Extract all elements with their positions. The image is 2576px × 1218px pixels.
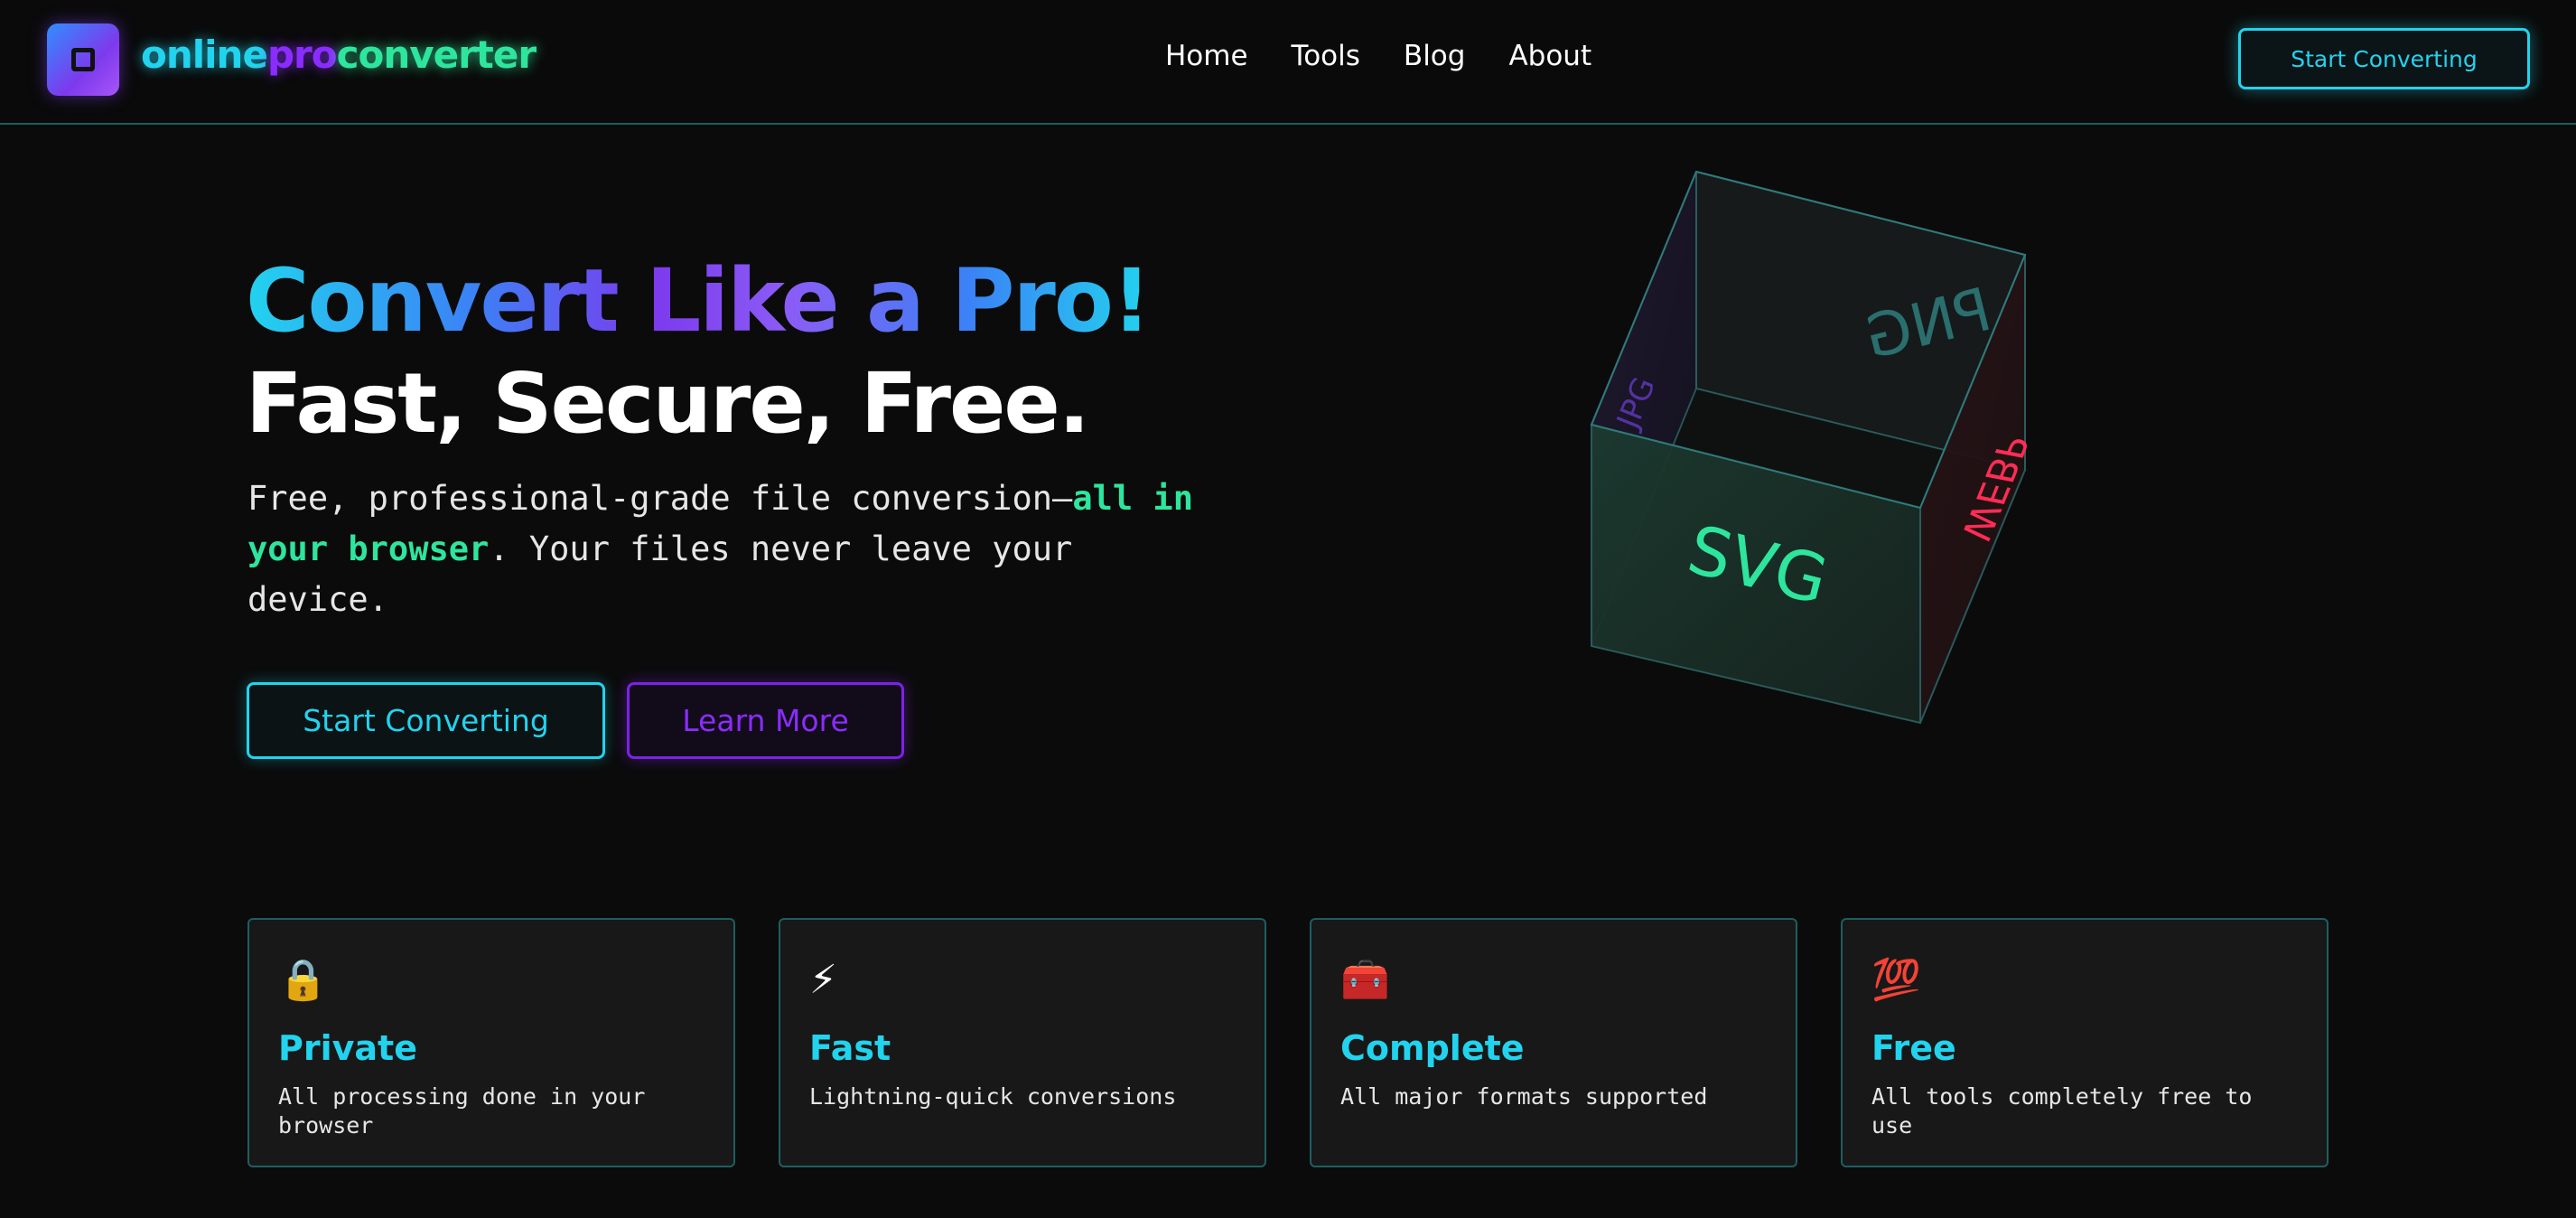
nav-about-link[interactable]: About (1508, 40, 1591, 72)
brand-part-pro: pro (266, 33, 338, 77)
toolbox-icon: 🧰 (1340, 957, 1390, 1003)
hero-learn-more-button[interactable]: Learn More (627, 682, 904, 759)
site-header: onlineproconverter Home Tools Blog About… (0, 0, 2576, 125)
feature-card-private: 🔒 Private All processing done in your br… (247, 918, 735, 1167)
feature-card-free: 💯 Free All tools completely free to use (1841, 918, 2329, 1167)
brand-part-online: online (141, 33, 268, 77)
header-start-converting-button[interactable]: Start Converting (2238, 28, 2530, 89)
feature-card-fast: ⚡ Fast Lightning-quick conversions (779, 918, 1266, 1167)
brand-part-converter: converter (336, 33, 537, 77)
nav-tools-link[interactable]: Tools (1292, 40, 1360, 72)
format-cube-svg: PNG SVG WEBP JPG (1590, 170, 2036, 725)
feature-description: All processing done in your browser (278, 1083, 646, 1138)
feature-title: Complete (1340, 1028, 1525, 1068)
hero-title: Convert Like a Pro! (246, 250, 1152, 351)
main-nav: Home Tools Blog About (1165, 40, 1591, 72)
feature-title: Fast (809, 1028, 891, 1068)
feature-title: Free (1871, 1028, 1956, 1068)
brand-logo-text[interactable]: onlineproconverter (141, 33, 537, 87)
feature-card-complete: 🧰 Complete All major formats supported (1310, 918, 1797, 1167)
feature-title: Private (278, 1028, 417, 1068)
nav-blog-link[interactable]: Blog (1404, 40, 1466, 72)
logo-icon-inner (71, 48, 95, 71)
hero-subtitle: Fast, Secure, Free. (246, 355, 1090, 452)
feature-description: All major formats supported (1340, 1083, 1708, 1110)
hero-description: Free, professional-grade file conversion… (247, 473, 1196, 625)
hundred-points-icon: 💯 (1871, 957, 1921, 1003)
logo-icon[interactable] (47, 23, 119, 96)
feature-description: Lightning-quick conversions (809, 1083, 1177, 1110)
hero-start-converting-button[interactable]: Start Converting (247, 682, 605, 759)
features-section: 🔒 Private All processing done in your br… (247, 918, 2329, 1167)
format-cube-illustration: PNG SVG WEBP JPG (1572, 163, 2041, 741)
feature-description: All tools completely free to use (1871, 1083, 2253, 1138)
lightning-icon: ⚡ (809, 957, 837, 1003)
nav-home-link[interactable]: Home (1165, 40, 1248, 72)
lock-icon: 🔒 (278, 957, 328, 1003)
hero-desc-intro: Free, professional-grade file conversion… (247, 479, 1073, 518)
